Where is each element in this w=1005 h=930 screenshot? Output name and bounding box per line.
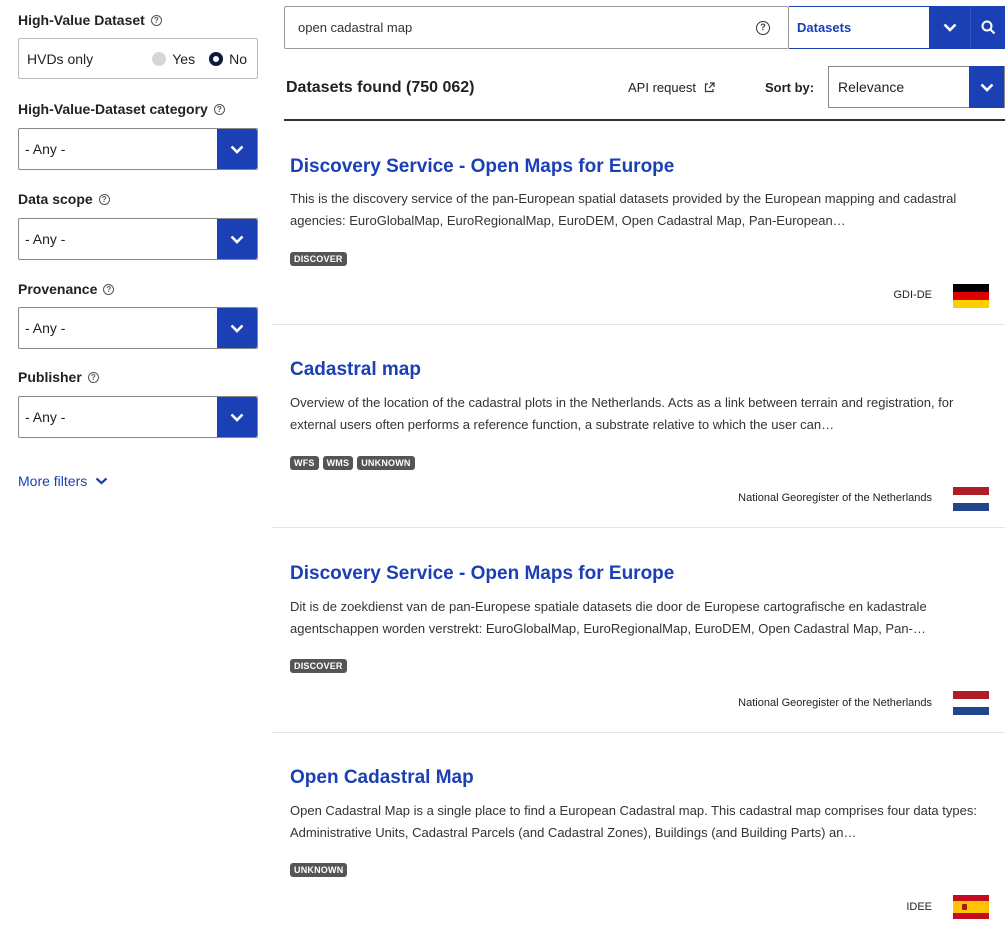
- spain-flag-icon: [953, 895, 989, 919]
- help-icon[interactable]: ?: [150, 15, 162, 26]
- hvd-yes-label: Yes: [172, 50, 196, 67]
- hvd-field-label: HVDs only: [27, 50, 94, 67]
- radio-unselected-icon[interactable]: [152, 51, 167, 66]
- chevron-down-icon: [943, 23, 957, 32]
- help-icon[interactable]: ?: [87, 372, 99, 383]
- result-title[interactable]: Discovery Service - Open Maps for Europe: [290, 156, 674, 178]
- result-publisher: GDI-DE: [893, 289, 933, 301]
- germany-flag-icon: [953, 284, 989, 308]
- result-publisher: National Georegister of the Netherlands: [738, 492, 932, 504]
- result-item: Discovery Service - Open Maps for Europe…: [272, 528, 1005, 733]
- more-filters-label: More filters: [18, 473, 88, 489]
- data-scope-label: Data scope?: [18, 191, 110, 207]
- sort-select[interactable]: Relevance: [828, 66, 1005, 108]
- result-tags: WFS WMS UNKNOWN: [290, 456, 415, 470]
- search-type-dropdown-button[interactable]: [930, 6, 970, 49]
- help-icon[interactable]: ?: [98, 194, 110, 205]
- chevron-down-icon: [980, 83, 993, 92]
- provenance-value: - Any -: [25, 320, 66, 336]
- publisher-filter-label-text: Publisher: [18, 369, 82, 385]
- more-filters-link[interactable]: More filters: [18, 473, 108, 489]
- result-tags: DISCOVER: [290, 659, 347, 673]
- search-type-select[interactable]: Datasets: [789, 6, 930, 49]
- result-tags: DISCOVER: [290, 252, 347, 266]
- hvd-no-label: No: [229, 50, 247, 67]
- format-tag[interactable]: DISCOVER: [290, 252, 347, 266]
- format-tag[interactable]: WMS: [322, 456, 354, 470]
- chevron-down-icon: [95, 477, 108, 485]
- external-link-icon: [704, 82, 715, 93]
- publisher-filter-value: - Any -: [25, 409, 66, 425]
- data-scope-label-text: Data scope: [18, 191, 93, 207]
- api-request-link[interactable]: API request: [628, 80, 715, 95]
- hvd-category-label: High-Value-Dataset category?: [18, 101, 225, 117]
- provenance-select[interactable]: - Any -: [18, 307, 258, 349]
- format-tag[interactable]: UNKNOWN: [357, 456, 415, 470]
- result-publisher: IDEE: [906, 901, 932, 913]
- chevron-down-icon: [230, 145, 244, 154]
- hvd-yes-option[interactable]: Yes: [152, 51, 195, 67]
- sort-value: Relevance: [838, 79, 905, 95]
- format-tag[interactable]: DISCOVER: [290, 659, 347, 673]
- result-title[interactable]: Open Cadastral Map: [290, 767, 474, 789]
- hvd-category-select[interactable]: - Any -: [18, 128, 258, 170]
- search-type-value: Datasets: [797, 20, 852, 35]
- hvd-category-label-text: High-Value-Dataset category: [18, 101, 208, 117]
- netherlands-flag-icon: [953, 487, 989, 511]
- result-item: Cadastral map Overview of the location o…: [272, 325, 1005, 528]
- data-scope-value: - Any -: [25, 231, 66, 247]
- publisher-filter-label: Publisher?: [18, 369, 99, 385]
- results-count: Datasets found (750 062): [286, 79, 475, 96]
- result-description: Overview of the location of the cadastra…: [290, 395, 954, 432]
- netherlands-flag-icon: [953, 691, 989, 715]
- result-description: Open Cadastral Map is a single place to …: [290, 803, 977, 840]
- chevron-down-icon: [230, 235, 244, 244]
- search-help-icon[interactable]: ?: [756, 20, 770, 35]
- provenance-dropdown-button[interactable]: [217, 308, 257, 348]
- hvd-category-value: - Any -: [25, 141, 66, 157]
- result-item: Open Cadastral Map Open Cadastral Map is…: [272, 733, 1005, 930]
- search-button[interactable]: [970, 6, 1005, 49]
- data-scope-dropdown-button[interactable]: [217, 219, 257, 259]
- hvd-filter-label: High-Value Dataset?: [18, 12, 162, 28]
- result-title[interactable]: Discovery Service - Open Maps for Europe: [290, 563, 674, 585]
- help-icon[interactable]: ?: [103, 284, 115, 295]
- format-tag[interactable]: WFS: [290, 456, 319, 470]
- data-scope-select[interactable]: - Any -: [18, 218, 258, 260]
- sort-dropdown-button[interactable]: [969, 66, 1004, 108]
- search-icon: [981, 20, 995, 35]
- result-description: This is the discovery service of the pan…: [290, 191, 957, 228]
- result-publisher: National Georegister of the Netherlands: [738, 697, 932, 709]
- chevron-down-icon: [230, 413, 244, 422]
- search-query[interactable]: open cadastral map: [298, 20, 756, 35]
- search-input[interactable]: open cadastral map ?: [284, 6, 789, 49]
- sort-label: Sort by:: [765, 80, 815, 95]
- radio-selected-icon[interactable]: [209, 51, 224, 66]
- hvd-category-dropdown-button[interactable]: [217, 129, 257, 169]
- hvd-no-option[interactable]: No: [209, 51, 247, 67]
- format-tag[interactable]: UNKNOWN: [290, 863, 348, 877]
- hvd-radio-group: HVDs only Yes No: [18, 38, 258, 79]
- chevron-down-icon: [230, 324, 244, 333]
- result-title[interactable]: Cadastral map: [290, 359, 421, 381]
- hvd-filter-label-text: High-Value Dataset: [18, 12, 145, 28]
- publisher-select[interactable]: - Any -: [18, 396, 258, 438]
- result-item: Discovery Service - Open Maps for Europe…: [272, 121, 1005, 325]
- provenance-label: Provenance?: [18, 281, 115, 297]
- result-description: Dit is de zoekdienst van de pan-Europese…: [290, 599, 927, 636]
- result-tags: UNKNOWN: [290, 863, 348, 877]
- provenance-label-text: Provenance: [18, 281, 98, 297]
- publisher-dropdown-button[interactable]: [217, 397, 257, 437]
- help-icon[interactable]: ?: [213, 104, 225, 115]
- api-request-label: API request: [628, 80, 696, 95]
